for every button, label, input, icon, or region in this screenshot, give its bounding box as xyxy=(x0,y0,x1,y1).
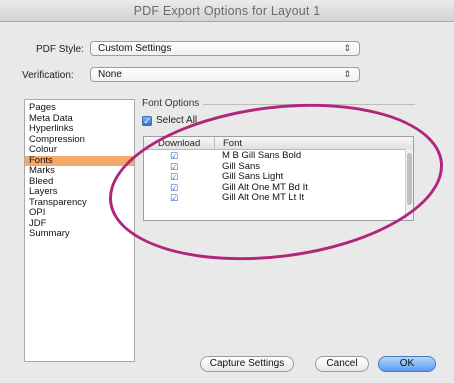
capture-settings-button[interactable]: Capture Settings xyxy=(200,356,294,372)
table-row[interactable]: ☑ Gill Sans Light xyxy=(144,171,406,183)
popup-arrows-icon: ⇕ xyxy=(343,69,351,79)
verification-value: None xyxy=(98,69,122,80)
sidebar-item-hyperlinks[interactable]: Hyperlinks xyxy=(25,123,134,135)
cancel-button[interactable]: Cancel xyxy=(315,356,369,372)
download-checkbox[interactable]: ☑ xyxy=(170,162,178,173)
font-name: Gill Sans Light xyxy=(222,171,284,182)
column-divider xyxy=(214,137,215,149)
select-all-checkbox[interactable]: ✓ xyxy=(142,116,152,126)
table-scrollbar[interactable] xyxy=(405,149,413,220)
options-sidebar: Pages Meta Data Hyperlinks Compression C… xyxy=(24,99,135,362)
verification-label: Verification: xyxy=(22,70,74,81)
sidebar-item-layers[interactable]: Layers xyxy=(25,186,134,198)
pdf-style-popup[interactable]: Custom Settings ⇕ xyxy=(90,41,360,56)
group-divider xyxy=(203,104,415,105)
title-bar: PDF Export Options for Layout 1 xyxy=(0,0,454,22)
table-row[interactable]: ☑ Gill Alt One MT Lt It xyxy=(144,192,406,204)
ok-button[interactable]: OK xyxy=(378,356,436,372)
verification-popup[interactable]: None ⇕ xyxy=(90,67,360,82)
download-checkbox[interactable]: ☑ xyxy=(170,183,178,194)
font-name: M B Gill Sans Bold xyxy=(222,150,302,161)
font-name: Gill Alt One MT Lt It xyxy=(222,192,305,203)
pdf-style-label: PDF Style: xyxy=(36,44,84,55)
fonts-table: Download Font ☑ M B Gill Sans Bold ☑ Gil… xyxy=(143,136,414,221)
table-row[interactable]: ☑ M B Gill Sans Bold xyxy=(144,150,406,162)
download-checkbox[interactable]: ☑ xyxy=(170,193,178,204)
sidebar-item-opi[interactable]: OPI xyxy=(25,207,134,219)
scrollbar-thumb[interactable] xyxy=(407,153,412,205)
select-all-label: Select All xyxy=(156,115,198,126)
popup-arrows-icon: ⇕ xyxy=(343,43,351,53)
download-checkbox[interactable]: ☑ xyxy=(170,151,178,162)
download-checkbox[interactable]: ☑ xyxy=(170,172,178,183)
column-header-font[interactable]: Font xyxy=(223,138,242,149)
window-title: PDF Export Options for Layout 1 xyxy=(133,4,321,18)
font-options-group-label: Font Options xyxy=(142,98,200,109)
sidebar-item-colour[interactable]: Colour xyxy=(25,144,134,156)
sidebar-item-marks[interactable]: Marks xyxy=(25,165,134,177)
column-header-download[interactable]: Download xyxy=(158,138,200,149)
sidebar-item-summary[interactable]: Summary xyxy=(25,228,134,240)
pdf-style-value: Custom Settings xyxy=(98,43,172,54)
sidebar-item-pages[interactable]: Pages xyxy=(25,102,134,114)
table-header: Download Font xyxy=(144,137,413,150)
